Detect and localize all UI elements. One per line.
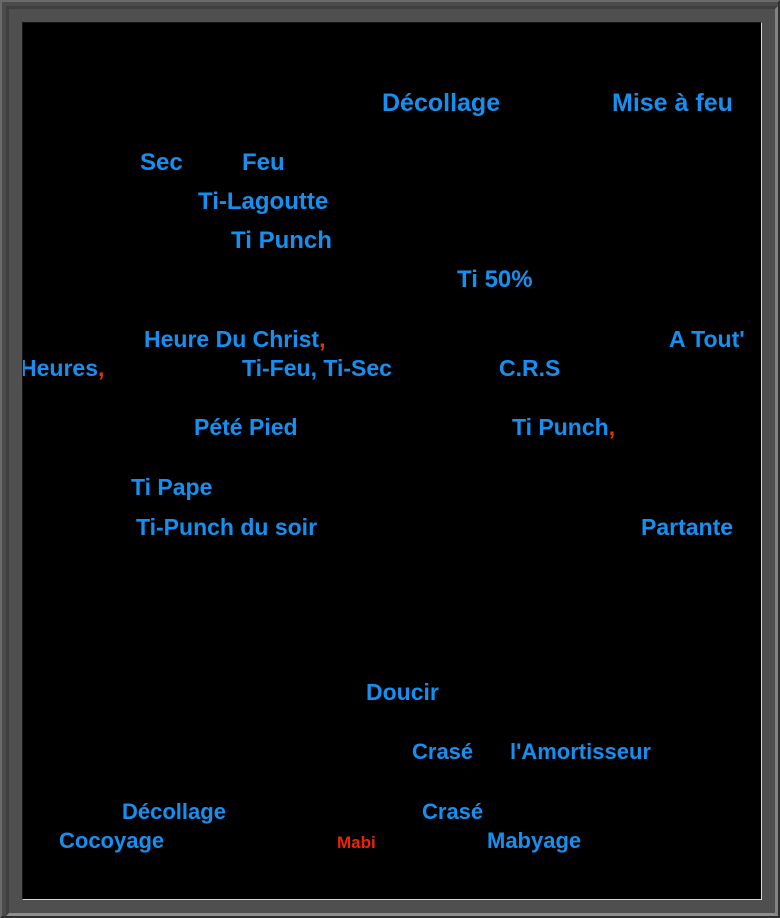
word-cloud-term[interactable]: Ti Punch	[231, 229, 332, 253]
word-cloud-term[interactable]: Ti-Punch du soir	[136, 516, 317, 539]
word-cloud-term-label: Ti 50%	[457, 266, 533, 293]
word-cloud-term[interactable]: Ti-Feu, Ti-Sec	[242, 357, 392, 380]
word-cloud-term-label: Feu	[242, 149, 285, 176]
word-cloud-term-label: l'Amortisseur	[510, 739, 651, 764]
word-cloud-term-label: Mabi	[337, 833, 376, 852]
word-cloud-term-label: Cocoyage	[59, 828, 165, 853]
word-cloud-term[interactable]: Sec	[140, 151, 183, 175]
word-cloud-term-label: Décollage	[382, 89, 501, 117]
word-cloud-canvas[interactable]: Décollage Mise à feu Sec Feu Ti-Lagoutte Ti P…	[22, 22, 762, 900]
word-cloud-term-label: Ti-Feu, Ti-Sec	[242, 355, 392, 381]
word-cloud-term-label: Doucir	[366, 679, 439, 705]
word-cloud-term[interactable]: Cocoyage	[59, 830, 164, 852]
word-cloud-term[interactable]: Pété Pied	[194, 416, 298, 439]
word-cloud-term-label: Sec	[140, 149, 183, 176]
word-cloud-term[interactable]: Mabyage	[487, 830, 581, 852]
word-cloud-term[interactable]: Décollage	[382, 91, 500, 116]
word-cloud-term-label: Heures	[22, 355, 98, 381]
word-cloud-term-label: Crasé	[412, 739, 474, 764]
word-cloud-term[interactable]: Crasé	[412, 741, 473, 763]
word-cloud-term[interactable]: Ti 50%	[457, 268, 533, 292]
word-cloud-term-label: C.R.S	[499, 355, 561, 381]
word-cloud-term[interactable]: Partante	[641, 516, 733, 539]
word-cloud-term-label: Pété Pied	[194, 414, 298, 440]
word-cloud-term[interactable]: Heures,	[22, 355, 105, 381]
word-cloud-term-label: A Tout'	[669, 326, 745, 352]
word-cloud-term-label: Ti-Punch du soir	[136, 514, 318, 540]
word-cloud-term[interactable]: l'Amortisseur	[510, 741, 651, 763]
word-cloud-term-label: Mabyage	[487, 828, 582, 853]
word-cloud-term[interactable]: Mabi	[337, 834, 376, 851]
word-cloud-term-label: Décollage	[122, 799, 226, 824]
word-cloud-term[interactable]: Mise à feu	[612, 91, 733, 116]
word-cloud-term-punctuation: ,	[97, 355, 105, 381]
word-cloud-term[interactable]: Doucir	[366, 681, 439, 704]
word-cloud-term-label: Ti-Lagoutte	[198, 188, 329, 215]
word-cloud-term-label: Partante	[641, 514, 734, 540]
word-cloud-term-label: Ti Pape	[131, 474, 213, 500]
word-cloud-term[interactable]: Ti Pape	[131, 476, 212, 499]
word-cloud-term[interactable]: Ti Punch,	[512, 416, 615, 439]
word-cloud-term-label: Mise à feu	[612, 89, 733, 117]
word-cloud-term-label: Crasé	[422, 799, 484, 824]
word-cloud-term-label: Heure Du Christ	[144, 326, 320, 352]
window-frame: Décollage Mise à feu Sec Feu Ti-Lagoutte Ti P…	[0, 0, 780, 918]
word-cloud-term-label: Ti Punch	[512, 414, 609, 440]
word-cloud-term[interactable]: Crasé	[422, 801, 483, 823]
word-cloud-term[interactable]: Heure Du Christ,	[144, 328, 325, 351]
word-cloud-term-label: Ti Punch	[231, 227, 332, 254]
word-cloud-term[interactable]: Décollage	[122, 801, 226, 823]
word-cloud-term[interactable]: C.R.S	[499, 357, 560, 380]
word-cloud-term[interactable]: Ti-Lagoutte	[198, 190, 328, 214]
word-cloud-term-punctuation: ,	[608, 414, 616, 440]
word-cloud-term[interactable]: Feu	[242, 151, 285, 175]
word-cloud-term-punctuation: ,	[319, 326, 326, 352]
word-cloud-term[interactable]: A Tout'	[669, 328, 745, 351]
